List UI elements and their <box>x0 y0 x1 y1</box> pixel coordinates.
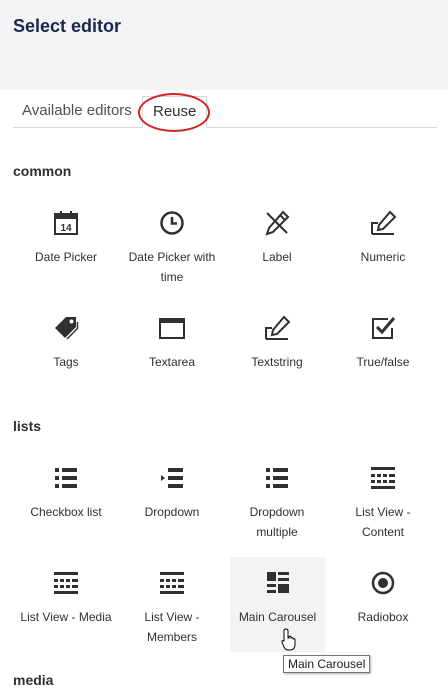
dialog-title: Select editor <box>13 16 122 36</box>
editor-label: Date Picker <box>34 250 98 264</box>
radio-icon <box>369 569 397 597</box>
carousel-icon <box>264 569 292 597</box>
editor-textstring[interactable]: Textstring <box>224 302 330 397</box>
editor-numeric[interactable]: Numeric <box>330 197 436 292</box>
editor-textarea[interactable]: Textarea <box>119 302 225 397</box>
editor-list-view-members[interactable]: List View - Members <box>119 557 225 652</box>
dialog-header: Select editor <box>0 0 448 90</box>
editor-list-view-media[interactable]: List View - Media <box>13 557 119 652</box>
editor-label: Date Picker with time <box>128 250 216 284</box>
editor-label: Textstring <box>251 355 303 369</box>
tab-bar: Available editors Reuse <box>13 96 437 128</box>
editor-label: Main Carousel <box>238 610 317 624</box>
clock-icon <box>158 209 186 237</box>
group-title-lists: lists <box>13 418 42 434</box>
editor-date-picker-with-time[interactable]: Date Picker with time <box>119 197 225 292</box>
editor-label: List View - Members <box>144 610 200 644</box>
editor-list-view-content[interactable]: List View - Content <box>330 452 436 547</box>
bullet-list-icon <box>263 464 291 492</box>
editor-label[interactable]: Label <box>224 197 330 292</box>
editor-label: Numeric <box>360 250 406 264</box>
grid-list-icon <box>52 569 80 597</box>
pen-box-icon <box>369 209 397 237</box>
editor-label: True/false <box>356 355 410 369</box>
tab-reuse[interactable]: Reuse <box>142 96 208 128</box>
editor-dropdown[interactable]: Dropdown <box>119 452 225 547</box>
editor-label: List View - Content <box>355 505 411 539</box>
mouse-pointer-icon <box>281 628 297 652</box>
bullet-list-icon <box>52 464 80 492</box>
editor-date-picker[interactable]: 14 Date Picker <box>13 197 119 292</box>
editor-checkbox-list[interactable]: Checkbox list <box>13 452 119 547</box>
pen-cross-icon <box>263 209 291 237</box>
group-title-media: media <box>13 672 54 688</box>
tab-available-editors[interactable]: Available editors <box>22 96 132 126</box>
editor-radiobox[interactable]: Radiobox <box>330 557 436 652</box>
editor-label: Label <box>262 250 292 264</box>
editor-dropdown-multiple[interactable]: Dropdown multiple <box>224 452 330 547</box>
editor-label: Tags <box>53 355 79 369</box>
checkbox-icon <box>369 314 397 342</box>
tags-icon <box>52 314 80 342</box>
group-title-common: common <box>13 163 72 179</box>
editor-label: Checkbox list <box>30 505 102 519</box>
svg-text:14: 14 <box>60 223 72 234</box>
editor-label: Radiobox <box>357 610 409 624</box>
tooltip: Main Carousel <box>283 655 371 673</box>
editor-true-false[interactable]: True/false <box>330 302 436 397</box>
editor-label: Dropdown <box>144 505 200 519</box>
pen-box-icon <box>263 314 291 342</box>
editor-label: List View - Media <box>20 610 112 624</box>
editor-label: Dropdown multiple <box>249 505 305 539</box>
editor-label: Textarea <box>148 355 196 369</box>
calendar-icon: 14 <box>52 209 80 237</box>
editor-main-carousel[interactable]: Main Carousel <box>230 557 325 652</box>
grid-list-icon <box>158 569 186 597</box>
window-icon <box>158 314 186 342</box>
editor-tags[interactable]: Tags <box>13 302 119 397</box>
grid-list-icon <box>369 464 397 492</box>
dropdown-list-icon <box>158 464 186 492</box>
